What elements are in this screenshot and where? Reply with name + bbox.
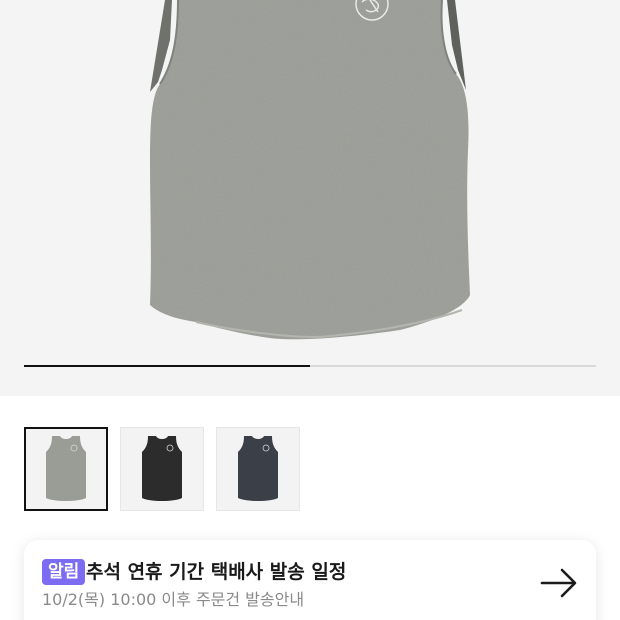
gallery-progress-fill bbox=[24, 365, 310, 367]
sleeveless-top-black-icon bbox=[142, 436, 182, 501]
product-image-gallery[interactable] bbox=[0, 0, 620, 396]
arrow-right-icon[interactable] bbox=[538, 562, 580, 604]
thumbnail-2[interactable] bbox=[120, 427, 204, 511]
notice-banner[interactable]: 알림 추석 연휴 기간 택배사 발송 일정 10/2(목) 10:00 이후 주… bbox=[24, 540, 596, 620]
product-main-image bbox=[150, 0, 470, 340]
thumbnail-1[interactable] bbox=[24, 427, 108, 511]
thumbnail-list bbox=[24, 427, 300, 511]
sleeveless-top-gray-icon bbox=[46, 436, 86, 501]
notice-badge: 알림 bbox=[42, 559, 86, 585]
gallery-progress-bar bbox=[24, 365, 596, 367]
notice-title: 추석 연휴 기간 택배사 발송 일정 bbox=[86, 561, 347, 583]
thumbnail-3[interactable] bbox=[216, 427, 300, 511]
notice-subtitle: 10/2(목) 10:00 이후 주문건 발송안내 bbox=[42, 590, 305, 609]
sleeveless-top-navy-icon bbox=[238, 436, 278, 501]
